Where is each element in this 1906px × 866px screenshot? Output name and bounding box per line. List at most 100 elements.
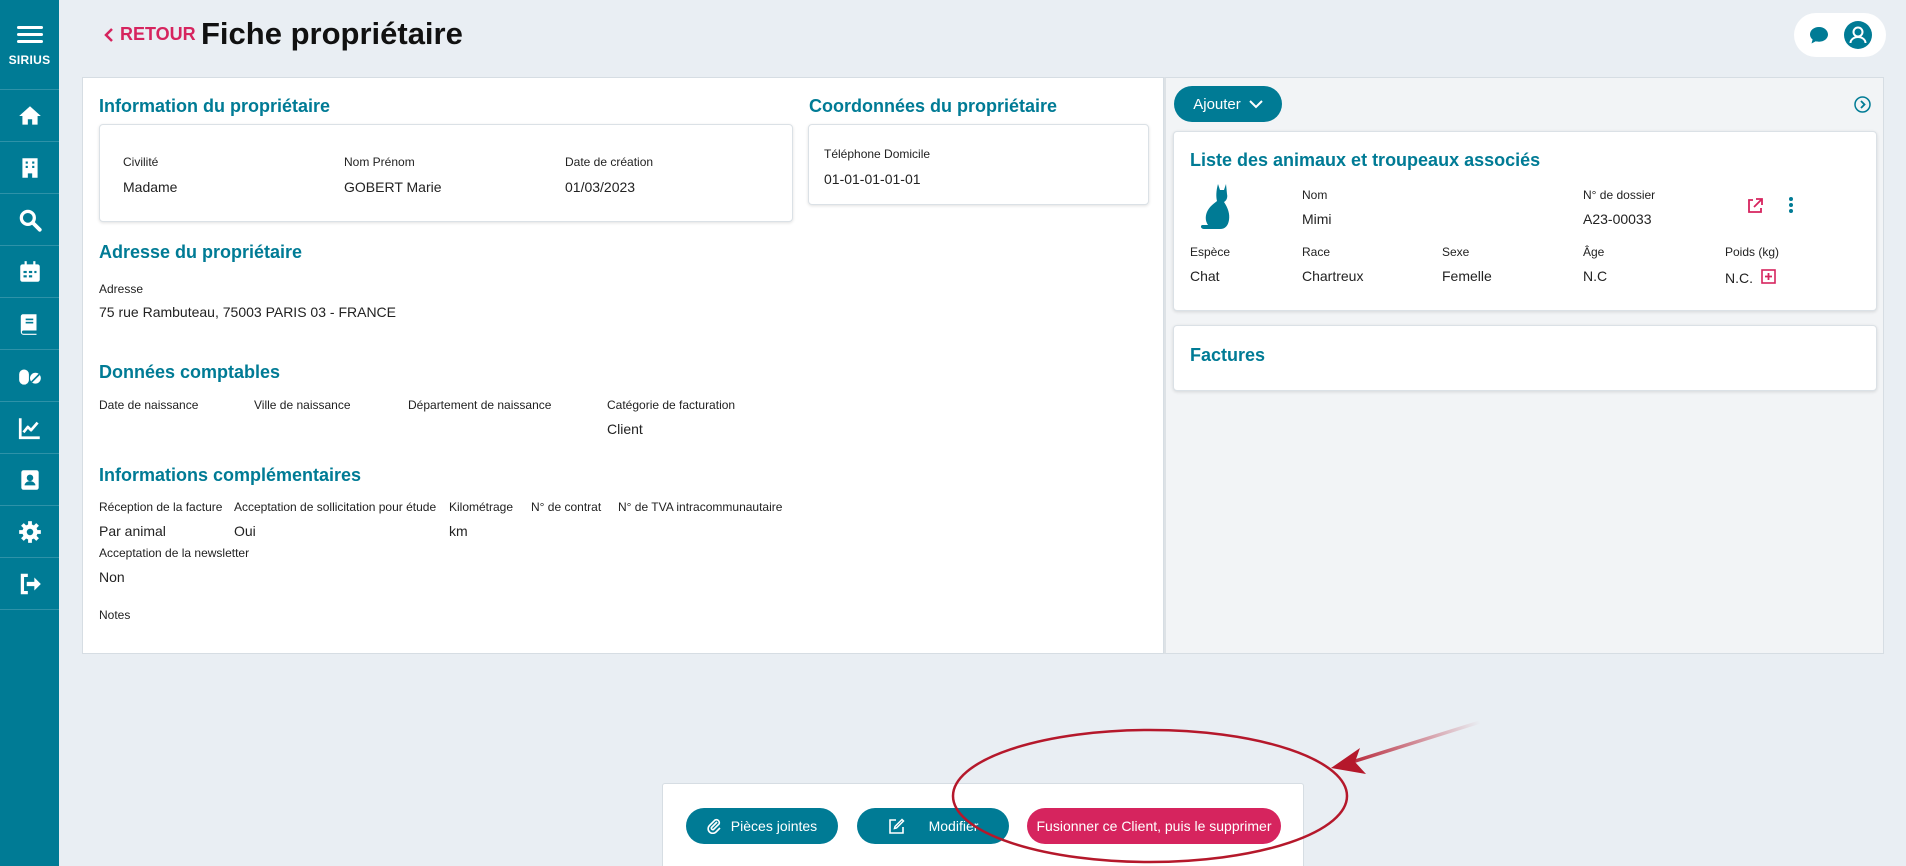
add-button[interactable]: Ajouter — [1174, 86, 1282, 122]
species-label: Espèce — [1190, 245, 1231, 259]
search-icon — [19, 209, 42, 232]
pills-icon — [18, 369, 41, 385]
home-icon — [18, 105, 41, 125]
owner-info-card: Civilité Madame Nom Prénom GOBERT Marie … — [99, 124, 793, 222]
more-options-icon[interactable] — [1788, 196, 1794, 214]
accounting-title: Données comptables — [99, 362, 281, 382]
sidebar-item-logout[interactable] — [0, 558, 59, 610]
sidebar-item-book[interactable] — [0, 298, 59, 350]
user-profile-button[interactable] — [1843, 20, 1873, 50]
address-value: 75 rue Rambuteau, 75003 PARIS 03 - FRANC… — [99, 304, 397, 320]
civilite-value: Madame — [123, 179, 178, 195]
invoice-reception-label: Réception de la facture — [99, 500, 223, 514]
creation-date-label: Date de création — [565, 155, 654, 169]
brand-name: SIRIUS — [8, 53, 51, 67]
age-value: N.C — [1583, 268, 1608, 284]
owner-details-panel: Information du propriétaire Civilité Mad… — [82, 77, 1164, 654]
arrow-head — [1331, 748, 1366, 774]
back-link[interactable]: RETOUR — [104, 24, 196, 45]
billing-category-label: Catégorie de facturation — [607, 398, 736, 412]
notes-label: Notes — [99, 608, 131, 622]
sidebar-item-calendar[interactable] — [0, 246, 59, 298]
contact-book-icon — [20, 469, 39, 490]
chevron-circle-right-icon — [1854, 96, 1871, 113]
contact-title: Coordonnées du propriétaire — [809, 96, 1058, 116]
attachments-button[interactable]: Pièces jointes — [686, 808, 838, 844]
invoices-title: Factures — [1190, 345, 1266, 365]
page-title: Fiche propriétaire — [201, 16, 463, 51]
add-weight-icon[interactable] — [1761, 269, 1776, 284]
phone-value: 01-01-01-01-01 — [824, 171, 921, 187]
extra-info-title: Informations complémentaires — [99, 465, 362, 485]
mileage-value: km — [449, 523, 468, 539]
contract-number-label: N° de contrat — [531, 500, 602, 514]
edit-label: Modifier — [928, 818, 979, 834]
chat-button[interactable] — [1807, 23, 1831, 47]
gear-icon — [18, 520, 41, 543]
calendar-icon — [19, 260, 40, 282]
newsletter-value: Non — [99, 569, 125, 585]
animal-name-label: Nom — [1302, 188, 1328, 202]
animal-name-value: Mimi — [1302, 211, 1332, 227]
sidebar-item-contacts[interactable] — [0, 454, 59, 506]
side-panel: Ajouter Liste des animaux et troupeaux a… — [1164, 77, 1884, 654]
back-label: RETOUR — [120, 24, 196, 44]
weight-value: N.C. — [1725, 270, 1753, 286]
menu-burger-icon[interactable] — [16, 22, 43, 47]
breed-value: Chartreux — [1302, 268, 1364, 284]
sidebar-item-pills[interactable] — [0, 350, 59, 402]
sidebar-item-search[interactable] — [0, 194, 59, 246]
open-external-icon[interactable] — [1746, 197, 1764, 215]
sex-value: Femelle — [1442, 268, 1492, 284]
top-actions — [1794, 13, 1886, 57]
cat-icon — [1200, 184, 1230, 229]
sidebar-item-stats[interactable] — [0, 402, 59, 454]
newsletter-label: Acceptation de la newsletter — [99, 546, 250, 560]
billing-category-value: Client — [607, 421, 643, 437]
action-bar: Pièces jointes Modifier Fusionner ce Cli… — [662, 783, 1304, 866]
animals-card: Liste des animaux et troupeaux associés … — [1173, 131, 1877, 311]
nom-prenom-label: Nom Prénom — [344, 155, 415, 169]
phone-label: Téléphone Domicile — [824, 147, 931, 161]
building-icon — [21, 157, 38, 178]
invoice-reception-value: Par animal — [99, 523, 166, 539]
merge-delete-button[interactable]: Fusionner ce Client, puis le supprimer — [1027, 808, 1281, 844]
chevron-left-icon — [104, 27, 113, 42]
vat-number-label: N° de TVA intracommunautaire — [618, 500, 783, 514]
weight-label: Poids (kg) — [1725, 245, 1780, 259]
user-icon — [1844, 21, 1873, 49]
sidebar-item-building[interactable] — [0, 142, 59, 194]
address-title: Adresse du propriétaire — [99, 242, 303, 262]
chevron-down-icon — [1249, 100, 1263, 109]
age-label: Âge — [1583, 245, 1605, 259]
file-number-value: A23-00033 — [1583, 211, 1652, 227]
sidebar-brand: SIRIUS — [0, 0, 59, 90]
edit-button[interactable]: Modifier — [857, 808, 1009, 844]
attachments-label: Pièces jointes — [730, 818, 818, 834]
contact-card: Téléphone Domicile 01-01-01-01-01 — [808, 124, 1149, 205]
book-icon — [20, 313, 36, 335]
address-label: Adresse — [99, 282, 144, 296]
paperclip-icon — [707, 818, 721, 834]
chart-icon — [18, 417, 40, 439]
file-number-label: N° de dossier — [1583, 188, 1656, 202]
species-value: Chat — [1190, 268, 1220, 284]
study-acceptance-label: Acceptation de sollicitation pour étude — [234, 500, 437, 514]
owner-info-title: Information du propriétaire — [99, 96, 331, 116]
edit-icon — [888, 817, 905, 834]
sex-label: Sexe — [1442, 245, 1470, 259]
add-button-label: Ajouter — [1193, 95, 1241, 113]
collapse-panel-button[interactable] — [1854, 96, 1871, 118]
breed-label: Race — [1302, 245, 1331, 259]
birth-city-label: Ville de naissance — [254, 398, 351, 412]
invoices-card: Factures — [1173, 325, 1877, 391]
animals-title: Liste des animaux et troupeaux associés — [1190, 150, 1541, 170]
birth-dept-label: Département de naissance — [408, 398, 552, 412]
chat-icon — [1809, 27, 1828, 44]
mileage-label: Kilométrage — [449, 500, 514, 514]
sidebar-item-home[interactable] — [0, 90, 59, 142]
sidebar: SIRIUS — [0, 0, 59, 866]
civilite-label: Civilité — [123, 155, 159, 169]
creation-date-value: 01/03/2023 — [565, 179, 636, 195]
sidebar-item-settings[interactable] — [0, 506, 59, 558]
